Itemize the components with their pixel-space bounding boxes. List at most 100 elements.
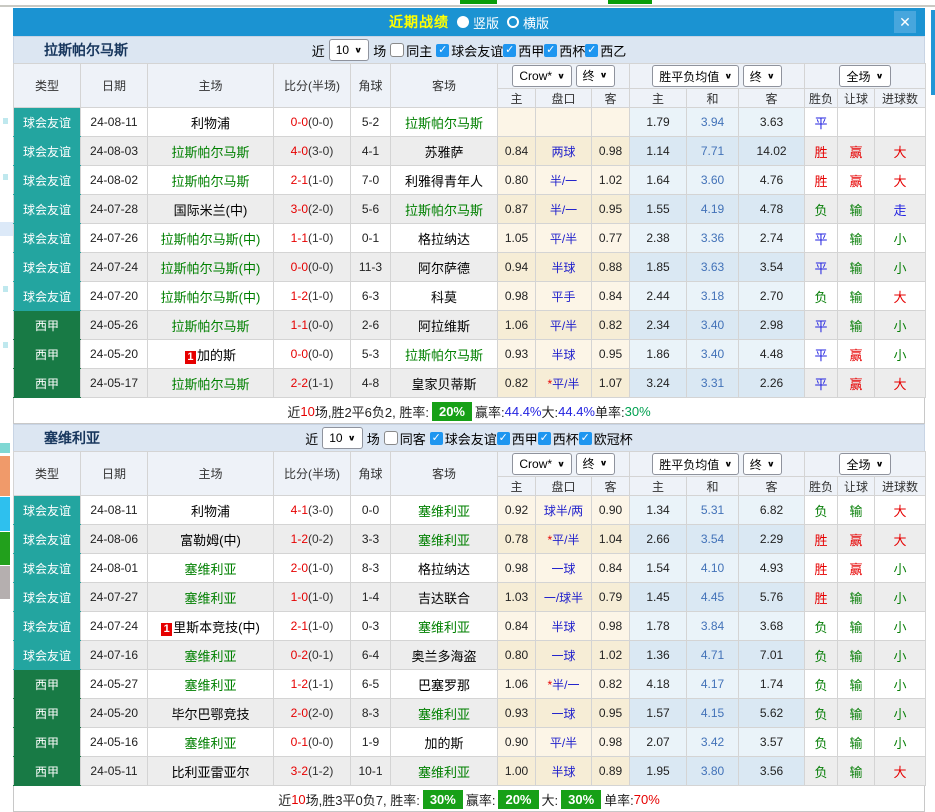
near-label: 近 bbox=[305, 429, 318, 448]
avg-draw: 4.10 bbox=[687, 554, 739, 583]
wdl-avg-select[interactable]: 胜平负均值∨ bbox=[652, 65, 739, 87]
underlying-page-fragment bbox=[3, 342, 8, 348]
odds-header-cell: Crow*∨ 终∨ bbox=[498, 452, 630, 477]
handicap: *平/半 bbox=[536, 525, 592, 554]
fulltime-select[interactable]: 全场∨ bbox=[839, 65, 890, 87]
result-wdl: 负 bbox=[805, 496, 838, 525]
odds-final-select[interactable]: 终∨ bbox=[576, 453, 615, 475]
league-checkbox[interactable]: ✓西杯 bbox=[538, 429, 579, 448]
home-team[interactable]: 国际米兰(中) bbox=[148, 195, 274, 224]
avg-draw: 3.63 bbox=[687, 253, 739, 282]
home-team[interactable]: 拉斯帕尔马斯 bbox=[148, 369, 274, 398]
underlying-page-fragment bbox=[0, 5, 935, 7]
home-team[interactable]: 利物浦 bbox=[148, 496, 274, 525]
wdl-avg-select[interactable]: 胜平负均值∨ bbox=[652, 453, 739, 475]
odds-home: 0.93 bbox=[498, 340, 536, 369]
away-team[interactable]: 塞维利亚 bbox=[391, 612, 498, 641]
home-team-name: 拉斯帕尔马斯 bbox=[171, 145, 249, 160]
handicap-text: 半球 bbox=[551, 765, 575, 779]
league-checkbox[interactable]: ✓西杯 bbox=[544, 41, 585, 60]
league-checkbox[interactable]: ✓球会友谊 bbox=[430, 429, 497, 448]
home-team[interactable]: 拉斯帕尔马斯 bbox=[148, 311, 274, 340]
league-checkbox[interactable]: ✓西甲 bbox=[497, 429, 538, 448]
underlying-page-top-strip bbox=[0, 0, 935, 8]
away-team[interactable]: 塞维利亚 bbox=[391, 757, 498, 786]
avg-win: 1.86 bbox=[630, 340, 687, 369]
wdl-final-select[interactable]: 终∨ bbox=[743, 65, 782, 87]
chevron-down-icon: ∨ bbox=[724, 460, 732, 469]
wdl-final-select[interactable]: 终∨ bbox=[743, 453, 782, 475]
odds-away: 0.95 bbox=[592, 195, 630, 224]
home-team[interactable]: 1里斯本竞技(中) bbox=[148, 612, 274, 641]
away-team[interactable]: 苏雅萨 bbox=[391, 137, 498, 166]
league-checkbox[interactable]: ✓西甲 bbox=[503, 41, 544, 60]
away-team[interactable]: 科莫 bbox=[391, 282, 498, 311]
home-team[interactable]: 塞维利亚 bbox=[148, 728, 274, 757]
avg-draw: 4.17 bbox=[687, 670, 739, 699]
away-team[interactable]: 利雅得青年人 bbox=[391, 166, 498, 195]
home-team[interactable]: 利物浦 bbox=[148, 108, 274, 137]
match-count-select[interactable]: 10∨ bbox=[329, 39, 369, 61]
home-team[interactable]: 拉斯帕尔马斯(中) bbox=[148, 224, 274, 253]
handicap: 半球 bbox=[536, 340, 592, 369]
fulltime-select[interactable]: 全场∨ bbox=[839, 453, 890, 475]
home-team[interactable]: 拉斯帕尔马斯(中) bbox=[148, 282, 274, 311]
close-button[interactable]: ✕ bbox=[894, 11, 916, 33]
handicap-text: 半/一 bbox=[552, 678, 579, 692]
away-team[interactable]: 吉达联合 bbox=[391, 583, 498, 612]
chevron-down-icon: ∨ bbox=[767, 460, 775, 469]
away-team[interactable]: 拉斯帕尔马斯 bbox=[391, 340, 498, 369]
result-goals: 大 bbox=[875, 496, 926, 525]
away-team[interactable]: 奥兰多海盗 bbox=[391, 641, 498, 670]
score: 0-2(0-1) bbox=[274, 641, 351, 670]
match-type: 球会友谊 bbox=[14, 583, 81, 612]
summary-bar: 近10场,胜2平6负2, 胜率:20% 赢率:44.4% 大:44.4% 单率:… bbox=[13, 398, 925, 424]
radio-horizontal[interactable]: 横版 bbox=[507, 13, 549, 32]
away-team[interactable]: 皇家贝蒂斯 bbox=[391, 369, 498, 398]
home-team[interactable]: 富勒姆(中) bbox=[148, 525, 274, 554]
home-team[interactable]: 1加的斯 bbox=[148, 340, 274, 369]
league-checkbox[interactable]: ✓球会友谊 bbox=[436, 41, 503, 60]
home-team[interactable]: 塞维利亚 bbox=[148, 641, 274, 670]
avg-lose: 4.76 bbox=[739, 166, 805, 195]
odds-source-select[interactable]: Crow*∨ bbox=[512, 453, 572, 475]
home-team[interactable]: 毕尔巴鄂竞技 bbox=[148, 699, 274, 728]
col-home: 主场 bbox=[148, 452, 274, 496]
away-team[interactable]: 塞维利亚 bbox=[391, 496, 498, 525]
home-team[interactable]: 拉斯帕尔马斯 bbox=[148, 166, 274, 195]
handicap: 一/球半 bbox=[536, 583, 592, 612]
halftime-score: (0-0) bbox=[308, 260, 333, 274]
away-team[interactable]: 阿尔萨德 bbox=[391, 253, 498, 282]
league-checkbox[interactable]: ✓欧冠杯 bbox=[579, 429, 633, 448]
away-team[interactable]: 阿拉维斯 bbox=[391, 311, 498, 340]
home-team[interactable]: 塞维利亚 bbox=[148, 670, 274, 699]
home-team[interactable]: 塞维利亚 bbox=[148, 583, 274, 612]
result-goals: 小 bbox=[875, 728, 926, 757]
away-team-name: 拉斯帕尔马斯 bbox=[405, 116, 483, 131]
odds-source-select[interactable]: Crow*∨ bbox=[512, 65, 572, 87]
away-team[interactable]: 拉斯帕尔马斯 bbox=[391, 195, 498, 224]
chevron-down-icon: ∨ bbox=[354, 46, 362, 55]
away-team[interactable]: 塞维利亚 bbox=[391, 525, 498, 554]
same-venue-checkbox[interactable]: 同主 bbox=[390, 41, 432, 60]
home-team[interactable]: 拉斯帕尔马斯(中) bbox=[148, 253, 274, 282]
away-team[interactable]: 格拉纳达 bbox=[391, 224, 498, 253]
away-team[interactable]: 加的斯 bbox=[391, 728, 498, 757]
avg-lose: 2.26 bbox=[739, 369, 805, 398]
handicap-text: 半/一 bbox=[550, 174, 577, 188]
away-team[interactable]: 格拉纳达 bbox=[391, 554, 498, 583]
league-checkbox[interactable]: ✓西乙 bbox=[585, 41, 626, 60]
odds-final-select[interactable]: 终∨ bbox=[576, 65, 615, 87]
away-team[interactable]: 巴塞罗那 bbox=[391, 670, 498, 699]
match-count-select[interactable]: 10∨ bbox=[322, 427, 362, 449]
home-team[interactable]: 塞维利亚 bbox=[148, 554, 274, 583]
same-venue-checkbox[interactable]: 同客 bbox=[384, 429, 426, 448]
score: 0-0(0-0) bbox=[274, 108, 351, 137]
checkbox-unchecked-icon bbox=[390, 43, 404, 57]
radio-vertical[interactable]: 竖版 bbox=[457, 13, 499, 32]
away-team[interactable]: 拉斯帕尔马斯 bbox=[391, 108, 498, 137]
home-team[interactable]: 比利亚雷亚尔 bbox=[148, 757, 274, 786]
home-team[interactable]: 拉斯帕尔马斯 bbox=[148, 137, 274, 166]
away-team[interactable]: 塞维利亚 bbox=[391, 699, 498, 728]
halftime-score: (0-0) bbox=[308, 318, 333, 332]
